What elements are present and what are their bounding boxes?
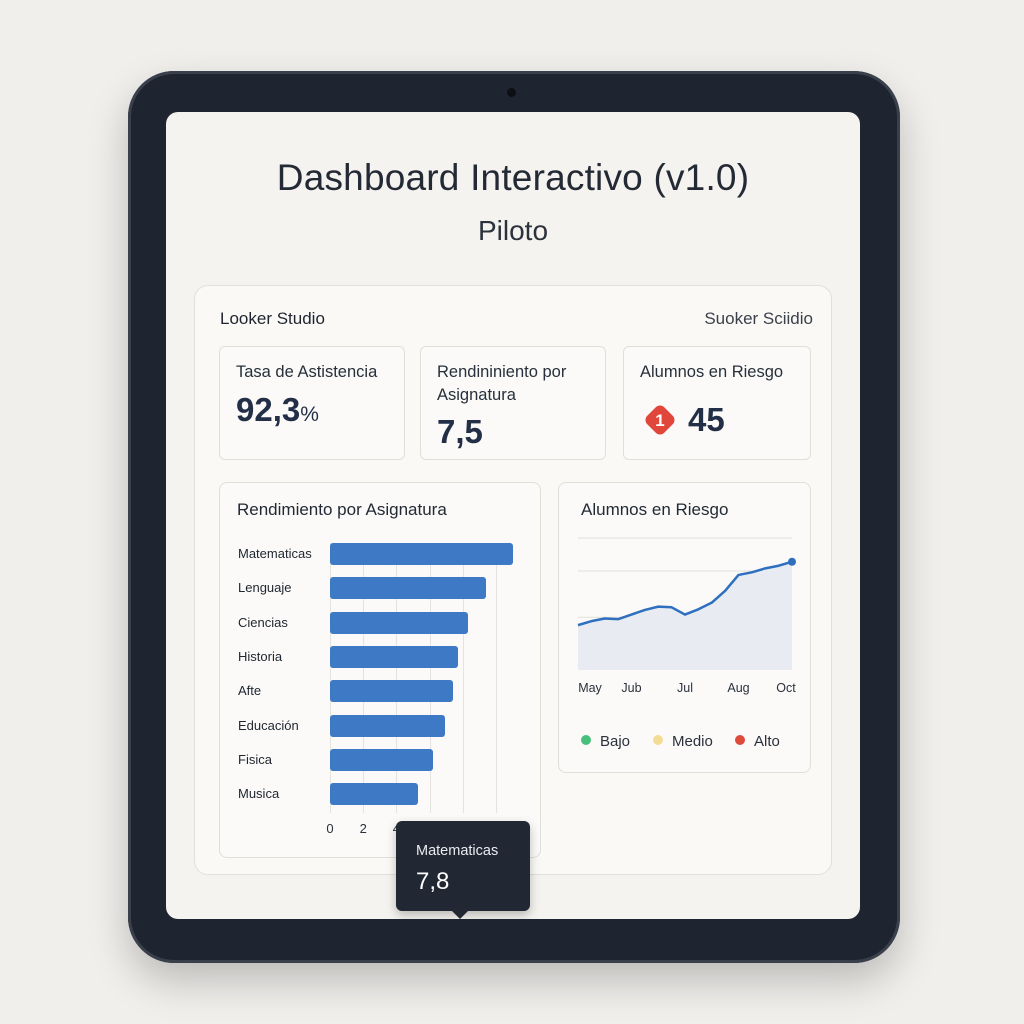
kpi-attendance-unit: % xyxy=(300,403,319,426)
kpi-at-risk-value: 45 xyxy=(688,401,725,438)
bar-category-label: Historia xyxy=(238,648,283,664)
bar-category-label: Musica xyxy=(238,786,280,802)
bar-lenguaje[interactable] xyxy=(330,577,487,600)
bar-category-label: Matematicas xyxy=(238,546,312,561)
kpi-at-risk[interactable]: Alumnos en Riesgo 1 45 xyxy=(623,346,811,460)
bar-category-label: Fisica xyxy=(238,751,272,767)
tablet-screen: Dashboard Interactivo (v1.0) Piloto Look… xyxy=(166,112,860,919)
bar-matematicas[interactable] xyxy=(330,543,513,565)
x-tick-label: May xyxy=(578,681,602,695)
x-tick-label: Jub xyxy=(621,681,642,695)
legend-dot-medio xyxy=(653,735,663,745)
kpi-attendance-value: 92,3% xyxy=(236,391,319,428)
camera-dot xyxy=(507,88,516,97)
line-chart xyxy=(577,537,796,670)
x-tick-label: 2 xyxy=(359,821,367,836)
tablet-device: Dashboard Interactivo (v1.0) Piloto Look… xyxy=(128,71,900,963)
last-point xyxy=(788,557,796,566)
brand-label: Looker Studio xyxy=(220,309,325,328)
kpi-at-risk-label: Alumnos en Riesgo xyxy=(640,363,784,381)
page-subtitle: Piloto xyxy=(477,215,549,246)
kpi-performance[interactable]: Rendininiento por Asignatura 7,5 xyxy=(420,346,606,460)
bar-fisica[interactable] xyxy=(330,748,433,771)
tooltip-value: 7,8 xyxy=(416,868,450,895)
bar-chart-panel: Rendimiento por Asignatura 0246810Matema… xyxy=(219,482,541,919)
x-tick-label: Aug xyxy=(727,681,750,695)
legend-dot-bajo xyxy=(581,735,591,745)
bar-afte[interactable] xyxy=(330,680,453,703)
kpi-attendance-label: Tasa de Astistencia xyxy=(236,363,378,381)
x-tick-label: Jul xyxy=(677,681,693,695)
bar-category-label: Educación xyxy=(238,717,299,733)
brand-logo-text: Suoker Sciidio xyxy=(704,309,813,328)
bar-musica[interactable] xyxy=(330,783,418,806)
bar-educación[interactable] xyxy=(330,714,445,737)
kpi-performance-value: 7,5 xyxy=(437,413,483,450)
legend-dot-alto xyxy=(735,735,745,745)
legend-alto: Alto xyxy=(735,733,780,750)
legend-medio: Medio xyxy=(653,733,713,750)
chart-tooltip: Matematicas 7,8 xyxy=(396,821,530,919)
legend-bajo: Bajo xyxy=(581,733,630,750)
gridline xyxy=(496,543,497,813)
bar-category-label: Ciencias xyxy=(238,614,288,630)
area-fill xyxy=(578,561,792,670)
dashboard-card: Looker Studio Suoker Sciidio Tasa de Ast… xyxy=(194,285,832,919)
bar-ciencias[interactable] xyxy=(330,611,468,634)
x-tick-label: 0 xyxy=(326,821,334,836)
bar-chart-title: Rendimiento por Asignatura xyxy=(237,500,447,519)
bar-historia[interactable] xyxy=(330,645,458,668)
kpi-performance-label: Rendininiento por Asignatura xyxy=(437,363,567,404)
bar-category-label: Afte xyxy=(238,683,262,699)
x-tick-label: Oct xyxy=(776,681,796,695)
kpi-attendance[interactable]: Tasa de Astistencia 92,3% xyxy=(219,346,405,460)
tooltip-title: Matematicas xyxy=(416,843,499,859)
bar-category-label: Lenguaje xyxy=(238,580,292,596)
line-chart-panel: Alumnos en Riesgo May Jub Jul Aug Oct Bajo M… xyxy=(558,482,811,773)
page-title: Dashboard Interactivo (v1.0) xyxy=(276,157,750,198)
svg-text:1: 1 xyxy=(655,411,664,430)
alert-badge-icon: 1 xyxy=(640,400,680,440)
